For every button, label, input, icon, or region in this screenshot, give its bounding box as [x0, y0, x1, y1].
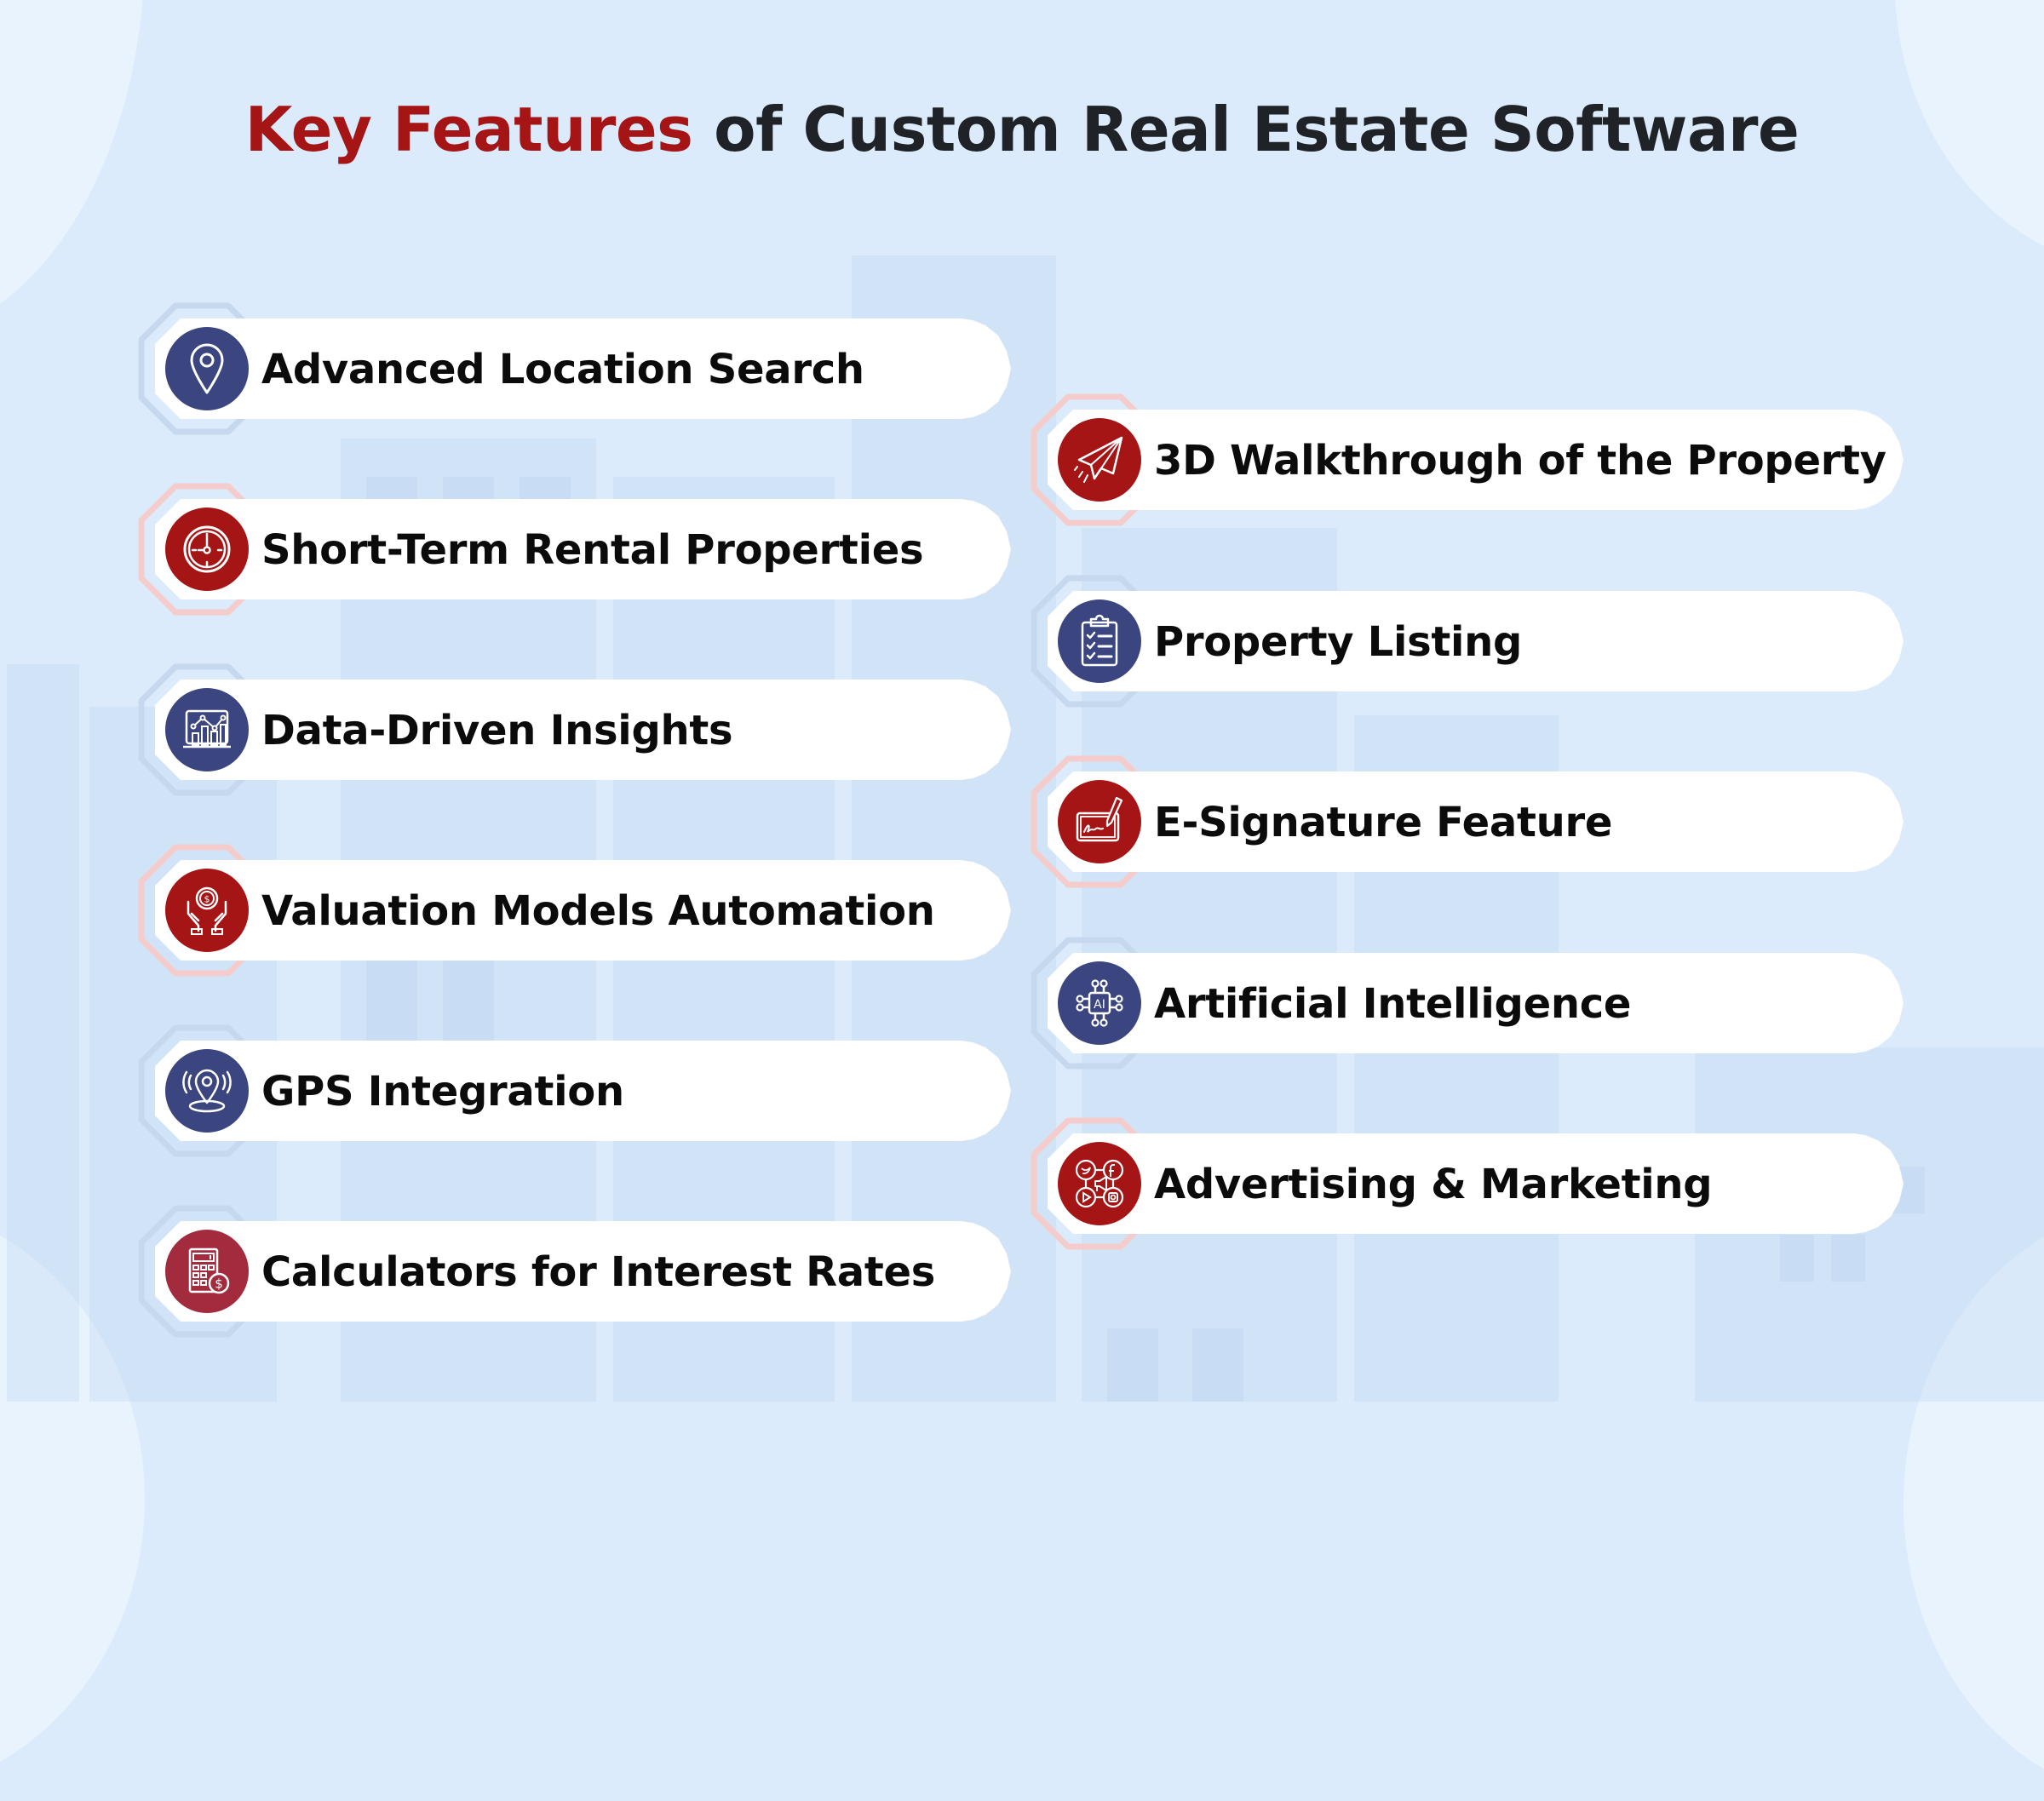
feature-label: GPS Integration: [261, 1068, 624, 1116]
feature-label: Valuation Models Automation: [261, 887, 935, 935]
gps-signal-pin-icon: [165, 1049, 249, 1133]
feature-item: GPS Integration: [138, 1014, 1066, 1167]
feature-label: E-Signature Feature: [1154, 799, 1613, 846]
feature-item: Calculators for Interest Rates: [138, 1195, 1066, 1348]
ai-chip-icon: [1058, 961, 1141, 1045]
hands-coin-icon: [165, 869, 249, 952]
feature-label: Short-Term Rental Properties: [261, 526, 924, 574]
feature-item: 3D Walkthrough of the Property: [1031, 383, 1959, 536]
map-pin-icon: [165, 327, 249, 410]
clipboard-checklist-icon: [1058, 599, 1141, 683]
feature-label: Advertising & Marketing: [1154, 1161, 1713, 1208]
paper-plane-icon: [1058, 418, 1141, 502]
feature-item: Advanced Location Search: [138, 292, 1066, 445]
title-accent: Key Features: [244, 94, 693, 165]
feature-item: Data-Driven Insights: [138, 653, 1066, 806]
feature-item: E-Signature Feature: [1031, 745, 1959, 898]
page-title: Key Features of Custom Real Estate Softw…: [0, 94, 2044, 165]
social-media-megaphone-icon: [1058, 1142, 1141, 1225]
feature-item: Property Listing: [1031, 565, 1959, 718]
feature-item: Valuation Models Automation: [138, 834, 1066, 987]
feature-item: Artificial Intelligence: [1031, 926, 1959, 1080]
feature-label: Calculators for Interest Rates: [261, 1248, 936, 1296]
feature-item: Advertising & Marketing: [1031, 1107, 1959, 1260]
calculator-dollar-icon: [165, 1230, 249, 1313]
feature-item: Short-Term Rental Properties: [138, 473, 1066, 626]
analytics-chart-icon: [165, 688, 249, 771]
e-signature-pen-icon: [1058, 780, 1141, 863]
feature-label: 3D Walkthrough of the Property: [1154, 437, 1886, 485]
feature-label: Advanced Location Search: [261, 346, 864, 393]
feature-label: Property Listing: [1154, 618, 1523, 666]
title-rest: of Custom Real Estate Software: [692, 94, 1800, 165]
clock-icon: [165, 508, 249, 591]
feature-label: Artificial Intelligence: [1154, 980, 1632, 1028]
feature-label: Data-Driven Insights: [261, 707, 733, 754]
